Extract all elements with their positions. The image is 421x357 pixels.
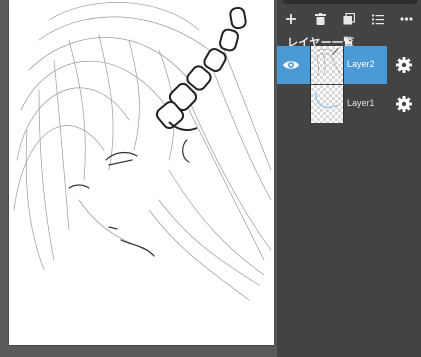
layer-panel: レイヤー一覧 Layer2 Layer1 bbox=[277, 0, 421, 357]
list-icon bbox=[371, 14, 384, 24]
trash-icon bbox=[314, 13, 326, 25]
layer-item[interactable]: Layer2 bbox=[277, 46, 387, 84]
more-options-button[interactable] bbox=[392, 8, 421, 30]
layer-thumbnail bbox=[310, 85, 344, 123]
gear-icon bbox=[396, 96, 412, 112]
layer-settings-button[interactable] bbox=[394, 55, 414, 75]
gear-icon bbox=[396, 57, 412, 73]
layer-properties-button[interactable] bbox=[363, 8, 392, 30]
layer-name: Layer2 bbox=[347, 59, 375, 69]
delete-layer-button[interactable] bbox=[306, 8, 335, 30]
visibility-toggle[interactable] bbox=[281, 55, 301, 75]
layer-settings-button[interactable] bbox=[394, 94, 414, 114]
add-layer-button[interactable] bbox=[277, 8, 306, 30]
thumbnail-sketch bbox=[313, 47, 342, 77]
workspace bbox=[0, 0, 277, 357]
add-icon bbox=[286, 14, 297, 24]
layer-item[interactable]: Layer1 bbox=[277, 85, 387, 123]
panel-top-edge bbox=[283, 0, 417, 4]
layer-name: Layer1 bbox=[347, 98, 375, 108]
sketch-artwork bbox=[13, 2, 272, 301]
visibility-toggle[interactable] bbox=[281, 94, 301, 114]
layer-thumbnail bbox=[310, 46, 344, 84]
drawing-canvas[interactable] bbox=[9, 0, 274, 345]
layer-row: Layer1 bbox=[277, 85, 421, 123]
duplicate-layer-button[interactable] bbox=[335, 8, 364, 30]
thumbnail-sketch bbox=[315, 92, 339, 108]
eye-icon bbox=[283, 61, 299, 69]
layer-row: Layer2 bbox=[277, 46, 421, 84]
more-icon bbox=[400, 17, 413, 21]
duplicate-icon bbox=[343, 13, 355, 25]
layer-toolbar bbox=[277, 8, 421, 30]
